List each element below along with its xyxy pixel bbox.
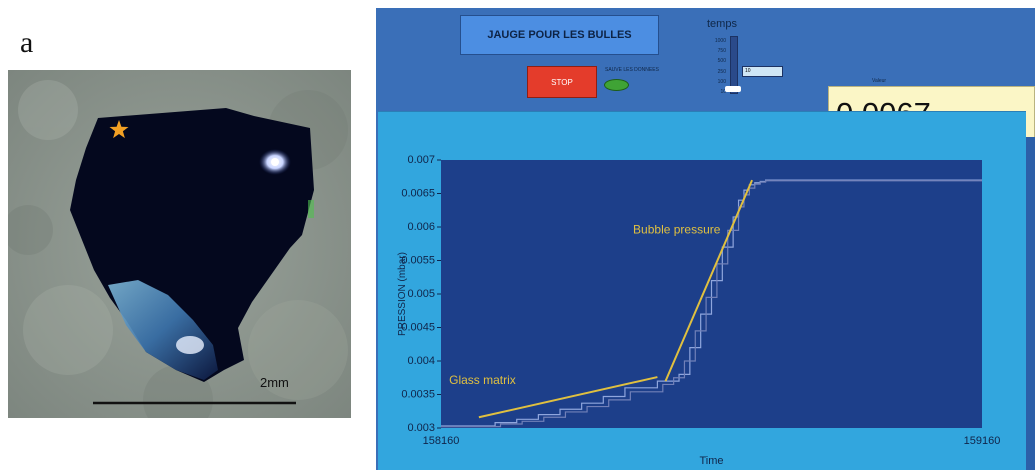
y-axis-label: PRESSION (mbar)	[397, 252, 408, 336]
stop-button[interactable]: STOP	[527, 66, 597, 98]
y-tick-label: 0.004	[407, 355, 435, 367]
y-tick-label: 0.003	[407, 422, 435, 434]
save-data-led[interactable]	[604, 79, 629, 91]
green-speck	[308, 200, 314, 218]
y-tick-label: 0.005	[407, 288, 435, 300]
panel-label-a: a	[20, 26, 34, 59]
reflection-highlight	[176, 336, 204, 354]
temps-scale-tick: 100	[717, 78, 726, 85]
pressure-chart-svg: 0.0030.00350.0040.00450.0050.00550.0060.…	[397, 154, 1001, 467]
panel-scrollbar[interactable]	[1026, 137, 1035, 470]
temps-scale-tick: 250	[717, 68, 726, 75]
x-tick-label: 159160	[964, 435, 1001, 447]
x-tick-label: 158160	[423, 435, 460, 447]
value-indicator-label: Valeur	[872, 78, 887, 84]
sample-photo: 2mm	[8, 70, 351, 418]
y-tick-label: 0.007	[407, 154, 435, 166]
save-data-label: SAUVE LES DONNEES	[605, 67, 659, 73]
temps-scale-tick: 1000	[714, 38, 726, 44]
pressure-graph: 0.003 0.0035 0.004 0.0045 0.005 0.0055 0.006 0.…	[378, 111, 1026, 470]
temps-scale-tick: 500	[717, 58, 726, 65]
glare-core	[271, 158, 279, 166]
temps-scale-tick: 750	[717, 48, 726, 55]
temps-slider-thumb[interactable]	[725, 86, 741, 92]
temps-scale-tick: 10	[720, 89, 726, 96]
panel-title: JAUGE POUR LES BULLES	[460, 15, 659, 55]
annotation-glass-matrix: Glass matrix	[449, 373, 516, 387]
temps-slider-scale: 1000 750 500 250 100 10	[698, 36, 726, 97]
y-tick-label: 0.0035	[401, 389, 435, 401]
scale-bar-label: 2mm	[260, 375, 289, 390]
labview-front-panel: JAUGE POUR LES BULLES STOP SAUVE LES DON…	[376, 8, 1035, 470]
annotation-bubble-pressure: Bubble pressure	[633, 223, 721, 237]
y-tick-label: 0.0065	[401, 188, 435, 200]
temps-value-field[interactable]: 10	[742, 66, 783, 77]
x-axis-label: Time	[699, 455, 723, 467]
temps-label: temps	[707, 18, 737, 30]
y-tick-label: 0.006	[407, 221, 435, 233]
